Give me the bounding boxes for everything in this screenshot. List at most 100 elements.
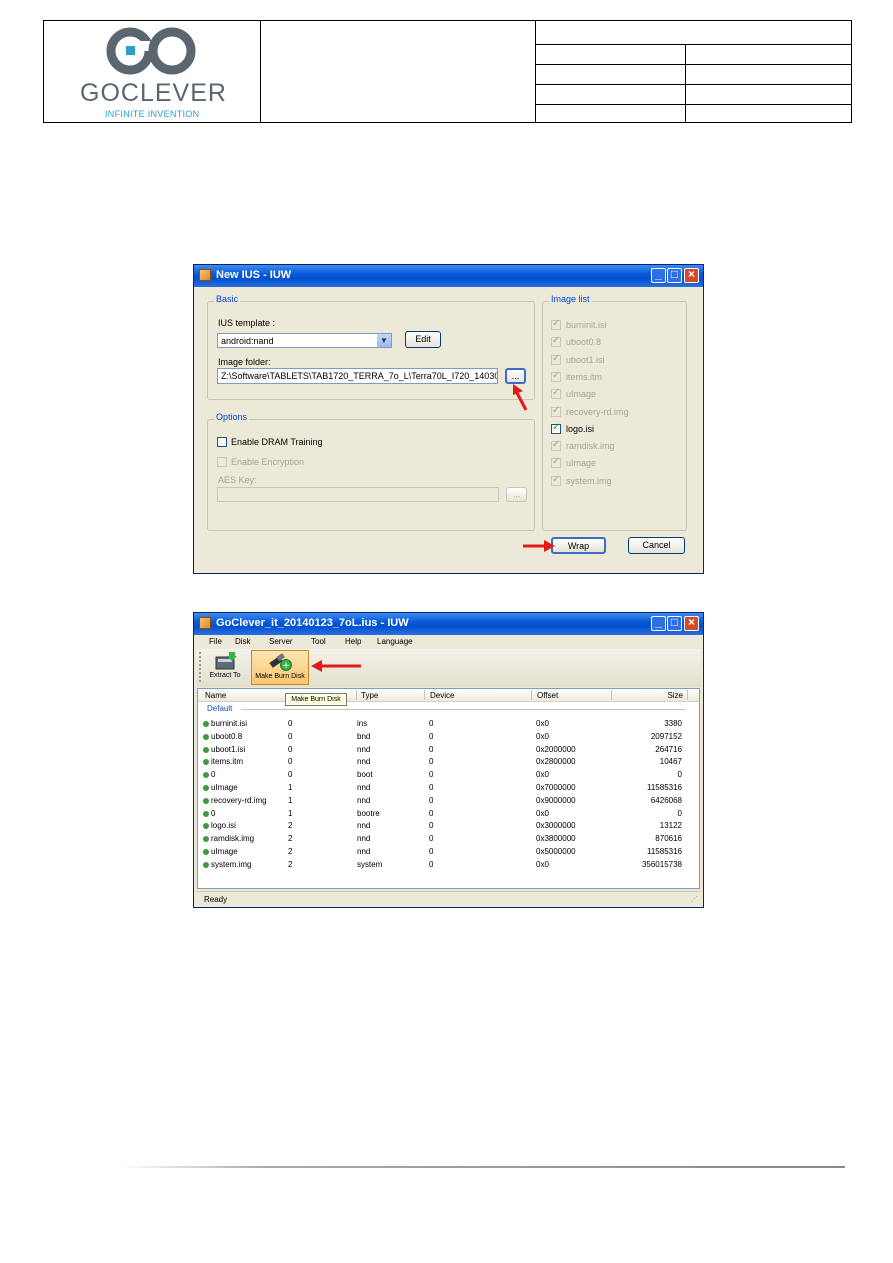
extract-to-label: Extract To	[209, 672, 241, 679]
resize-grip-icon[interactable]: ⋰	[691, 895, 698, 903]
table-row[interactable]: logo.isi 2 nnd 0 0x3000000 13122	[198, 820, 699, 832]
cell-name: system.img	[211, 859, 252, 869]
table-row[interactable]: ramdisk.img 2 nnd 0 0x3800000 870616	[198, 833, 699, 845]
cell-size: 13122	[659, 821, 682, 831]
menu-disk[interactable]: Disk	[235, 637, 251, 646]
close-icon[interactable]: ×	[684, 615, 699, 631]
image-list-item[interactable]: ✓ logo.isi	[551, 422, 676, 435]
menu-server[interactable]: Server	[269, 637, 293, 646]
table-row[interactable]: system.img 2 system 0 0x0 356015738	[198, 859, 699, 871]
toolbar-grip[interactable]	[199, 652, 203, 682]
aes-key-field[interactable]	[217, 487, 499, 502]
image-list-label: items.itm	[566, 371, 602, 382]
check-icon: ✓	[552, 318, 561, 329]
image-list-checkbox[interactable]: ✓	[551, 422, 561, 434]
chevron-down-icon[interactable]: ▼	[377, 334, 391, 347]
image-list-item[interactable]: ✓ uboot1.isi	[551, 353, 676, 366]
image-folder-field[interactable]: Z:\Software\TABLETS\TAB1720_TERRA_7o_L\T…	[217, 368, 498, 384]
minimize-icon[interactable]: _	[651, 267, 666, 283]
image-list-item[interactable]: ✓ recovery-rd.img	[551, 405, 676, 418]
image-list-checkbox[interactable]: ✓	[551, 474, 561, 486]
menu-language[interactable]: Language	[377, 637, 413, 646]
new-ius-window: New IUS - IUW _ □ × Basic IUS template :…	[193, 264, 704, 574]
cell-n: 0	[288, 744, 293, 754]
image-list-item[interactable]: ✓ uImage	[551, 387, 676, 400]
image-list-label: recovery-rd.img	[566, 406, 629, 417]
item-status-icon	[203, 823, 209, 830]
table-row[interactable]: uImage 1 nnd 0 0x7000000 11585316	[198, 782, 699, 794]
table-row[interactable]: 0 1 bootre 0 0x0 0	[198, 808, 699, 820]
item-status-icon	[203, 836, 209, 843]
aes-browse-button[interactable]: ...	[506, 487, 527, 502]
image-list-item[interactable]: ✓ items.itm	[551, 370, 676, 383]
image-list-item[interactable]: ✓ uboot0.8	[551, 335, 676, 348]
app-icon	[199, 617, 211, 629]
col-name[interactable]: Name	[205, 691, 226, 700]
header-row	[535, 44, 851, 65]
cell-name: uImage	[211, 783, 238, 792]
image-list-checkbox[interactable]: ✓	[551, 353, 561, 365]
table-row[interactable]: items.itm 0 nnd 0 0x2800000 10467	[198, 756, 699, 768]
cell-n: 2	[288, 847, 293, 856]
edit-button[interactable]: Edit	[405, 331, 441, 348]
image-list-checkbox[interactable]: ✓	[551, 405, 561, 417]
header-table: GOCLEVER INFINITE INVENTION	[43, 20, 852, 123]
wrap-button[interactable]: Wrap	[551, 537, 606, 554]
red-arrow-icon	[311, 660, 361, 672]
maximize-icon[interactable]: □	[667, 615, 682, 631]
table-row[interactable]: uboot0.8 0 bnd 0 0x0 2097152	[198, 731, 699, 743]
image-list-item[interactable]: ✓ uImage	[551, 456, 676, 469]
cell-device: 0	[429, 757, 434, 767]
image-list-item[interactable]: ✓ ramdisk.img	[551, 439, 676, 452]
image-list-item[interactable]: ✓ system.img	[551, 474, 676, 487]
image-list-checkbox[interactable]: ✓	[551, 335, 561, 348]
item-status-icon	[203, 721, 209, 727]
image-list-checkbox[interactable]: ✓	[551, 387, 561, 400]
item-status-icon	[203, 759, 209, 766]
ius-template-select[interactable]: android:nand ▼	[217, 333, 392, 348]
status-bar: Ready ⋰	[196, 891, 701, 907]
item-status-icon	[203, 861, 209, 868]
cell-device: 0	[429, 808, 434, 818]
col-size[interactable]: Size	[667, 691, 683, 700]
col-device[interactable]: Device	[430, 691, 454, 700]
image-list-label: burninit.isi	[566, 320, 607, 330]
table-row[interactable]: recovery-rd.img 1 nnd 0 0x9000000 6426068	[198, 795, 699, 807]
extract-to-button[interactable]: Extract To	[205, 651, 245, 684]
minimize-icon[interactable]: _	[651, 615, 666, 631]
cancel-button[interactable]: Cancel	[628, 537, 685, 554]
image-list-checkbox[interactable]: ✓	[551, 456, 561, 469]
menu-help[interactable]: Help	[345, 637, 361, 646]
menu-file[interactable]: File	[209, 637, 222, 646]
image-list-label: ramdisk.img	[566, 441, 615, 452]
cell-offset: 0x2800000	[536, 757, 576, 767]
options-group-title: Options	[214, 412, 250, 422]
table-row[interactable]: 0 0 boot 0 0x0 0	[198, 769, 699, 781]
close-icon[interactable]: ×	[684, 267, 699, 283]
item-status-icon	[203, 797, 209, 804]
col-offset[interactable]: Offset	[537, 691, 558, 700]
make-burn-disk-button[interactable]: + Make Burn Disk	[251, 650, 309, 685]
table-row[interactable]: uboot1.isi 0 nnd 0 0x2000000 264716	[198, 744, 699, 756]
table-row[interactable]: burninit.isi 0 ins 0 0x0 3380	[198, 718, 699, 730]
image-list-checkbox[interactable]: ✓	[551, 439, 561, 452]
col-type[interactable]: Type	[361, 691, 378, 700]
table-row[interactable]: uImage 2 nnd 0 0x5000000 11585316	[198, 846, 699, 858]
browse-folder-button[interactable]: ...	[505, 368, 526, 384]
cell-type: nnd	[357, 783, 371, 792]
menu-tool[interactable]: Tool	[311, 637, 326, 646]
check-icon: ✓	[552, 439, 561, 451]
item-status-icon	[203, 785, 209, 791]
dram-training-checkbox[interactable]	[217, 437, 227, 447]
image-list-item[interactable]: ✓ burninit.isi	[551, 318, 676, 331]
image-list-checkbox[interactable]: ✓	[551, 370, 561, 382]
burn-disk-icon: +	[269, 653, 292, 671]
title-bar[interactable]: New IUS - IUW _ □ ×	[194, 265, 703, 287]
encryption-checkbox[interactable]	[217, 457, 227, 467]
cell-size: 10467	[659, 757, 682, 767]
item-status-icon	[203, 772, 209, 779]
title-bar[interactable]: GoClever_it_20140123_7oL.ius - IUW _ □ ×	[194, 613, 703, 635]
maximize-icon[interactable]: □	[667, 267, 682, 283]
item-status-icon	[203, 810, 209, 817]
image-list-checkbox[interactable]: ✓	[551, 318, 561, 330]
